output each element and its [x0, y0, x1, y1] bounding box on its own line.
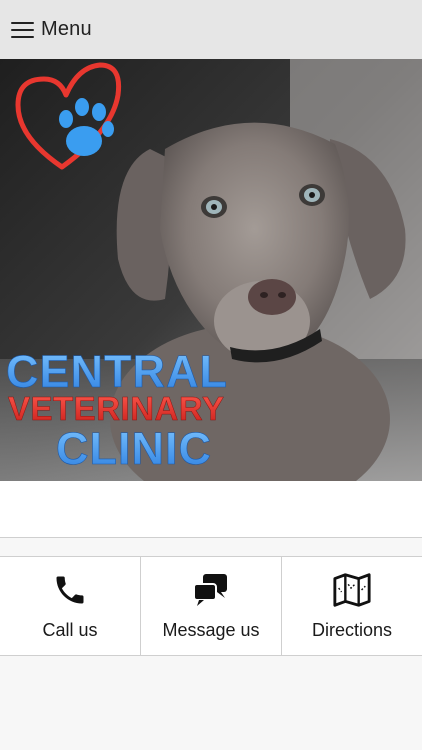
- map-icon: [332, 570, 372, 610]
- phone-icon: [50, 570, 90, 610]
- call-us-button[interactable]: Call us: [0, 557, 140, 655]
- directions-label: Directions: [311, 620, 393, 640]
- directions-button[interactable]: Directions: [281, 557, 422, 655]
- menu-bar[interactable]: Menu: [0, 0, 422, 59]
- message-us-button[interactable]: Message us: [140, 557, 281, 655]
- hero-banner: CENTRAL VETERINARY CLINIC: [0, 59, 422, 481]
- chat-icon: [191, 570, 231, 610]
- hero-image: CENTRAL VETERINARY CLINIC: [0, 59, 422, 481]
- logo-line-clinic: CLINIC: [56, 423, 212, 474]
- action-bar: Call us Message us Directions: [0, 556, 422, 656]
- message-us-label: Message us: [162, 620, 260, 640]
- logo-line-veterinary: VETERINARY: [8, 390, 224, 427]
- menu-label[interactable]: Menu: [41, 18, 92, 41]
- content-spacer: [0, 481, 422, 538]
- call-us-label: Call us: [42, 620, 98, 640]
- hamburger-menu-icon[interactable]: [11, 21, 34, 39]
